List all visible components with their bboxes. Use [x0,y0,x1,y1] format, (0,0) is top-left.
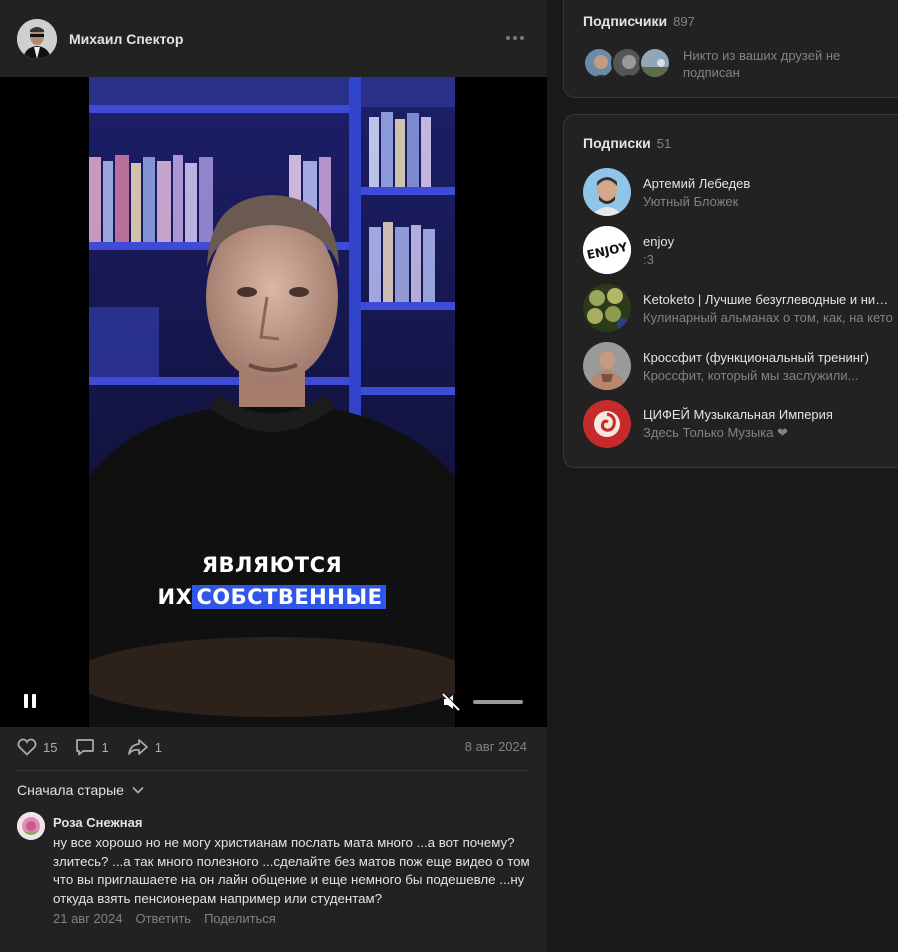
post-header: Михаил Спектор [0,0,547,77]
video-player[interactable]: ЯВЛЯЮТСЯ ИХ СОБСТВЕННЫЕ [0,77,547,727]
video-caption-line2: ИХ СОБСТВЕННЫЕ [89,585,455,609]
volume-slider[interactable] [473,700,523,704]
author-name[interactable]: Михаил Спектор [69,31,183,47]
comment-button[interactable]: 1 [75,738,109,756]
likes-count: 15 [43,739,58,755]
subscription-desc: :3 [643,251,654,267]
more-options-icon[interactable] [505,30,525,46]
commenter-name[interactable]: Роза Снежная [53,815,532,830]
like-button[interactable]: 15 [17,738,57,756]
subscription-name: ЦИФЕЙ Музыкальная Империя [643,407,833,422]
shares-count: 1 [154,739,162,755]
commenter-avatar[interactable] [17,812,45,840]
followers-label: Подписчики [583,13,668,29]
subscriptions-card: Подписки 51 Артемий Лебедев Уютный Бложек… [563,114,898,468]
follower-avatar[interactable] [639,47,671,79]
subscription-desc: Кулинарный альманах о том, как, на кето [643,309,893,325]
subscription-item[interactable]: ENJOY enjoy :3 [583,226,893,274]
video-frame: ЯВЛЯЮТСЯ ИХ СОБСТВЕННЫЕ [89,77,455,727]
subscriptions-label: Подписки [583,135,651,151]
comments-count: 1 [101,739,109,755]
post-actions: 15 1 1 8 авг 2024 [17,736,527,758]
followers-title[interactable]: Подписчики 897 [583,13,695,29]
followers-count: 897 [673,14,695,29]
caption-highlight: СОБСТВЕННЫЕ [192,585,387,609]
video-still [89,77,455,727]
subscription-name: Ketoketo | Лучшие безуглеводные и низкоу… [643,291,893,307]
chevron-down-icon [132,786,144,794]
comment-icon [76,739,95,756]
subscription-name: Кроссфит (функциональный тренинг) [643,349,870,365]
reply-link[interactable]: Ответить [135,911,191,926]
video-caption-line1: ЯВЛЯЮТСЯ [201,553,343,577]
followers-note: Никто из ваших друзей не подписан [683,48,841,80]
post-date[interactable]: 8 авг 2024 [465,739,527,754]
followers-card: Подписчики 897 Никто из ваших друзей не п… [563,0,898,98]
subscription-desc: Уютный Бложек [643,193,739,209]
subscription-name: Артемий Лебедев [643,175,751,191]
comment-date[interactable]: 21 авг 2024 [53,911,122,926]
pause-icon[interactable] [24,694,38,710]
muted-speaker-icon[interactable] [441,692,461,712]
caption-plain: ИХ [157,585,193,609]
share-link[interactable]: Поделиться [204,911,276,926]
follower-avatars [583,47,671,79]
share-icon [127,739,148,755]
subscription-desc: Здесь Только Музыка ❤ [643,425,788,440]
subscription-desc: Кроссфит, который мы заслужили... [643,367,859,383]
post-card: Михаил Спектор ЯВЛЯЮТСЯ ИХ СОБСТВЕННЫЕ 1… [0,0,547,952]
subscription-avatar [583,168,631,216]
comment-text: ну все хорошо но не могу христианам посл… [53,835,530,906]
heart-icon [17,738,37,756]
share-button[interactable]: 1 [127,738,162,756]
subscription-avatar [583,342,631,390]
comment-meta: 21 авг 2024 Ответить Поделиться [53,911,532,926]
subscription-name: enjoy [643,233,675,249]
subscription-item[interactable]: Кроссфит (функциональный тренинг) Кроссф… [583,342,893,390]
sort-label: Сначала старые [17,782,124,798]
comment-item: Роза Снежная ну все хорошо но не могу хр… [17,812,532,926]
comment-sort-dropdown[interactable]: Сначала старые [17,782,144,798]
subscription-item[interactable]: Ketoketo | Лучшие безуглеводные и низкоу… [583,284,893,332]
divider [17,770,527,771]
subscription-avatar [583,284,631,332]
subscription-item[interactable]: Артемий Лебедев Уютный Бложек [583,168,893,216]
subscriptions-count: 51 [656,136,672,151]
subscription-item[interactable]: ЦИФЕЙ Музыкальная Империя Здесь Только М… [583,400,893,448]
subscription-avatar: ENJOY [583,226,631,274]
author-avatar[interactable] [17,18,57,59]
subscription-avatar [583,400,631,448]
subscriptions-title[interactable]: Подписки 51 [583,135,671,151]
